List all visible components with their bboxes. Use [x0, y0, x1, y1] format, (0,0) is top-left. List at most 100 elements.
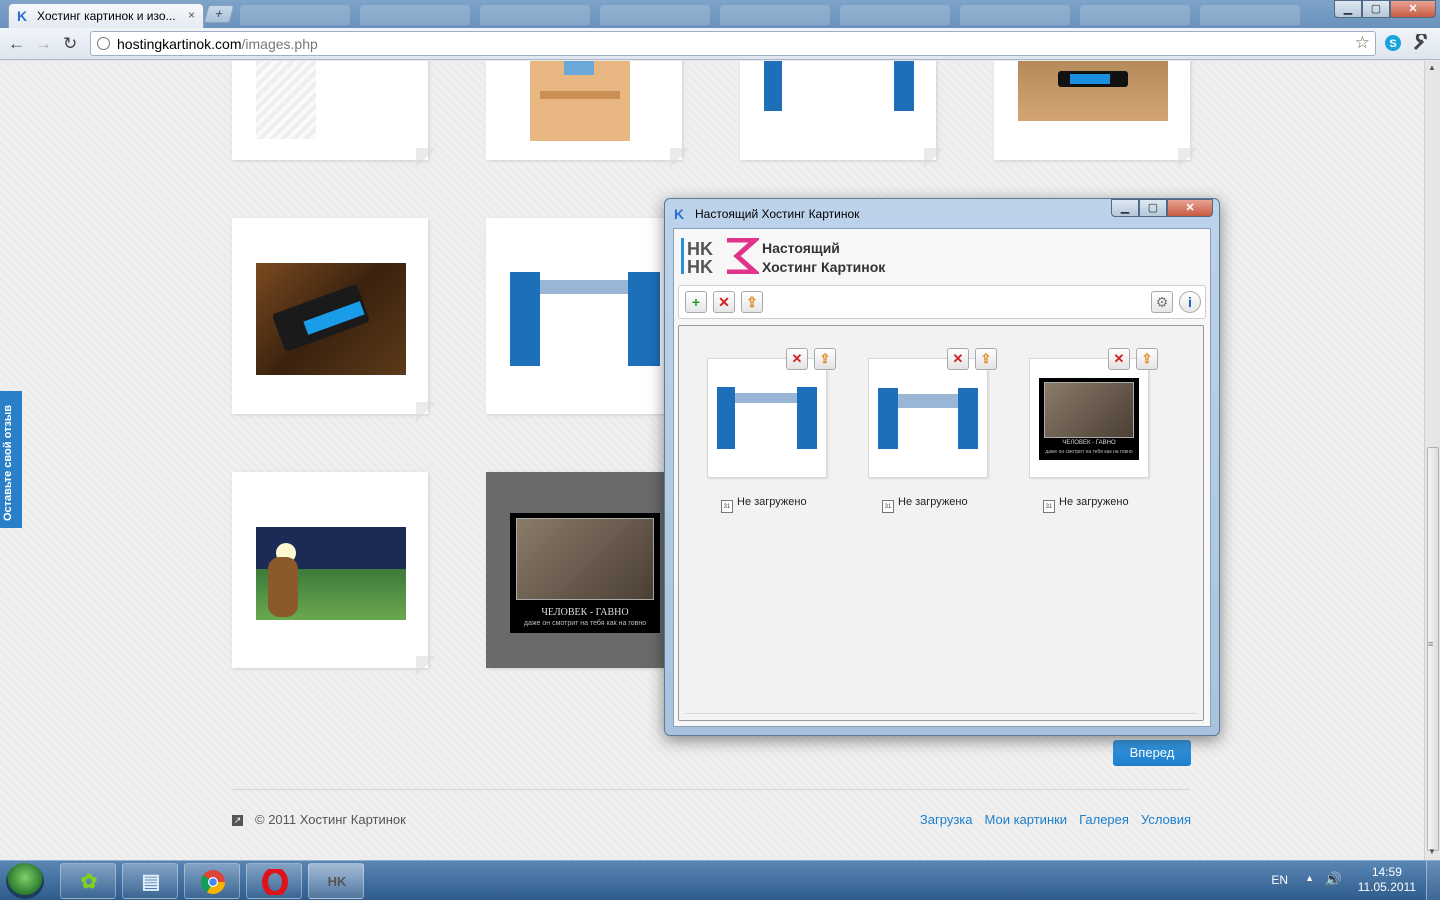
taskbar-app-opera[interactable]	[246, 863, 302, 899]
upload-status-text: Не загружено	[898, 496, 968, 508]
background-tab[interactable]	[600, 5, 710, 25]
background-tab[interactable]	[960, 5, 1070, 25]
tab-title: Хостинг картинок и изо...	[37, 9, 176, 23]
gallery-card[interactable]	[486, 61, 682, 160]
clock-date: 11.05.2011	[1357, 880, 1416, 894]
show-desktop-button[interactable]	[1426, 861, 1440, 900]
reload-icon[interactable]: ↻	[63, 34, 77, 54]
footer-link-terms[interactable]: Условия	[1141, 812, 1191, 827]
tab-hostingkartinok[interactable]: K Хостинг картинок и изо... ×	[8, 3, 204, 28]
footer-link-my-images[interactable]: Мои картинки	[985, 812, 1068, 827]
wrench-icon[interactable]	[1412, 34, 1430, 52]
dialog-minimize-button[interactable]: ▁	[1111, 199, 1139, 217]
background-tab[interactable]	[480, 5, 590, 25]
dialog-maximize-button[interactable]: ▢	[1139, 199, 1167, 217]
background-tab[interactable]	[720, 5, 830, 25]
remove-image-button[interactable]: ✕	[947, 348, 969, 370]
add-image-button[interactable]: +	[685, 291, 707, 313]
gallery-card[interactable]	[232, 218, 428, 414]
new-tab-button[interactable]: +	[203, 5, 235, 23]
brand-name: Настоящий Хостинг Картинок	[762, 239, 885, 277]
start-button[interactable]	[6, 863, 44, 899]
upload-all-button[interactable]: ⇪	[741, 291, 763, 313]
background-tab[interactable]	[1080, 5, 1190, 25]
gallery-card[interactable]	[232, 61, 428, 160]
language-indicator[interactable]: EN	[1271, 873, 1288, 887]
background-tab[interactable]	[360, 5, 470, 25]
maximize-button[interactable]: ▢	[1362, 0, 1390, 18]
gallery-card-selected[interactable]: ЧЕЛОВЕК - ГАВНО даже он смотрит на тебя …	[486, 472, 682, 668]
taskbar-app-notepad[interactable]: ▤	[122, 863, 178, 899]
upload-image-button[interactable]: ⇪	[1136, 348, 1158, 370]
queued-image-frame[interactable]	[707, 358, 827, 478]
queued-image-frame[interactable]	[868, 358, 988, 478]
remove-image-button[interactable]: ✕	[1108, 348, 1130, 370]
brand-line-1: Настоящий	[762, 240, 840, 256]
calendar-icon: 31	[721, 500, 733, 513]
svg-text:HK: HK	[687, 257, 713, 274]
clock[interactable]: 14:59 11.05.2011	[1358, 865, 1416, 895]
external-link-icon: ↗	[232, 815, 243, 826]
footer-link-gallery[interactable]: Галерея	[1079, 812, 1129, 827]
windows-taskbar: ✿ ▤ HK EN ▲ 🔊 14:59 11.05.2011	[0, 860, 1440, 900]
gallery-card[interactable]	[994, 61, 1190, 160]
settings-button[interactable]: ⚙	[1151, 291, 1173, 313]
address-bar[interactable]: hostingkartinok.com/images.php ☆	[90, 31, 1376, 56]
dialog-close-button[interactable]: ✕	[1167, 199, 1213, 217]
scroll-down-icon[interactable]: ▼	[1428, 847, 1436, 856]
url-text: hostingkartinok.com/images.php	[117, 36, 318, 52]
gallery-thumbnail	[510, 272, 660, 366]
footer-copyright: © 2011 Хостинг Картинок	[255, 812, 406, 827]
next-button[interactable]: Вперед	[1113, 740, 1191, 766]
background-tab[interactable]	[840, 5, 950, 25]
scroll-up-icon[interactable]: ▲	[1428, 63, 1436, 72]
calendar-icon: 31	[882, 500, 894, 513]
screenshot-header-shape	[735, 393, 797, 403]
taskbar-app-chrome[interactable]	[184, 863, 240, 899]
skype-extension-icon[interactable]: S	[1384, 34, 1402, 52]
feedback-tab[interactable]: Оставьте свой отзыв	[0, 391, 22, 528]
background-tab[interactable]	[1200, 5, 1300, 25]
upload-status-text: Не загружено	[737, 496, 807, 508]
globe-icon	[97, 37, 110, 50]
image-queue-area: ✕ ⇪ 31 Не загружено ✕ ⇪ 31 Не загружено	[678, 325, 1204, 721]
delete-all-button[interactable]: ✕	[713, 291, 735, 313]
demotivator-title: ЧЕЛОВЕК - ГАВНО	[1062, 440, 1116, 446]
tab-close-icon[interactable]: ×	[188, 8, 195, 22]
minimize-button[interactable]: ▁	[1334, 0, 1362, 18]
footer-links: Загрузка Мои картинки Галерея Условия	[920, 812, 1191, 827]
taskbar-app-hostingkartinok[interactable]: HK	[308, 863, 364, 899]
opera-icon	[262, 869, 288, 895]
info-button[interactable]: i	[1179, 291, 1201, 313]
taskbar-app-icq[interactable]: ✿	[60, 863, 116, 899]
icq-icon: ✿	[80, 871, 98, 893]
upload-image-button[interactable]: ⇪	[814, 348, 836, 370]
vertical-scrollbar[interactable]: ▲ ≡ ▼	[1424, 61, 1440, 860]
forward-icon[interactable]: →	[35, 34, 52, 54]
svg-text:HK: HK	[687, 239, 713, 259]
background-tab[interactable]	[240, 5, 350, 25]
upload-status: 31 Не загружено	[1043, 496, 1129, 513]
gallery-card[interactable]	[740, 61, 936, 160]
browser-toolbar: ← → ↻ hostingkartinok.com/images.php ☆ S	[0, 28, 1440, 60]
remove-image-button[interactable]: ✕	[786, 348, 808, 370]
footer-link-upload[interactable]: Загрузка	[920, 812, 973, 827]
volume-icon[interactable]: 🔊	[1325, 871, 1342, 888]
bookmark-star-icon[interactable]: ☆	[1355, 33, 1370, 53]
queued-thumbnail	[878, 388, 978, 449]
demotivator-photo	[516, 518, 654, 600]
gallery-thumbnail	[256, 527, 406, 620]
screenshot-header-shape	[898, 394, 958, 408]
scrollbar-grip-icon: ≡	[1428, 639, 1434, 649]
upload-status-text: Не загружено	[1059, 496, 1129, 508]
upload-image-button[interactable]: ⇪	[975, 348, 997, 370]
show-hidden-icons-icon[interactable]: ▲	[1305, 873, 1314, 883]
gallery-thumbnail	[256, 61, 316, 139]
queued-image-frame[interactable]: ЧЕЛОВЕК - ГАВНО даже он смотрит на тебя …	[1029, 358, 1149, 478]
scrollbar-thumb[interactable]	[1427, 447, 1439, 851]
gallery-card[interactable]	[486, 218, 682, 414]
gallery-card[interactable]	[232, 472, 428, 668]
back-icon[interactable]: ←	[8, 34, 25, 54]
close-window-button[interactable]: ✕	[1390, 0, 1436, 18]
nhk-logo-icon: HK HK	[681, 238, 759, 274]
